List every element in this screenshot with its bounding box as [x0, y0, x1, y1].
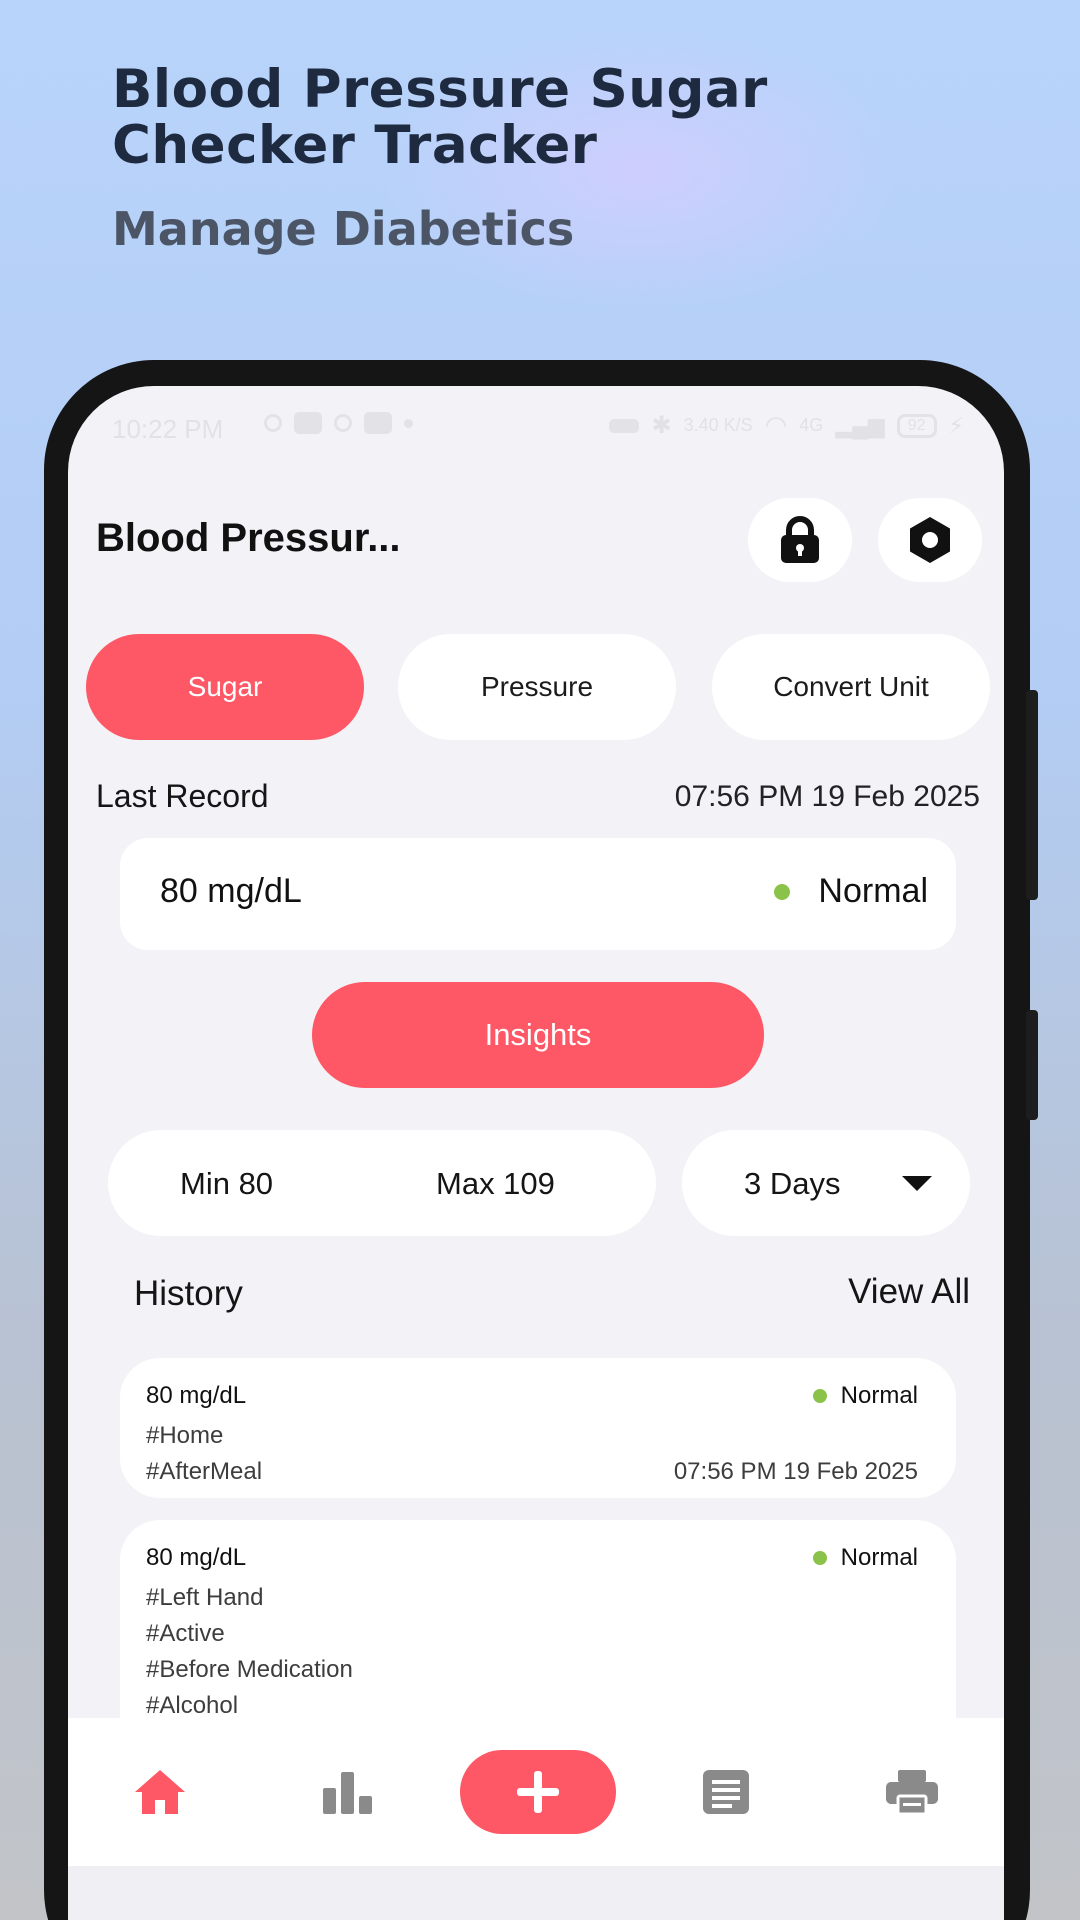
history-title: History: [134, 1274, 243, 1313]
lock-icon: [781, 516, 819, 563]
promo-subtitle: Manage Diabetics: [112, 202, 575, 256]
history-item-status-label: Normal: [840, 1382, 918, 1409]
last-record-datetime: 07:56 PM 19 Feb 2025: [674, 780, 980, 813]
instagram-icon: [334, 414, 352, 432]
youtube-icon: [294, 412, 322, 434]
vpn-key-icon: [609, 418, 640, 433]
wifi-icon: ◠: [764, 410, 788, 440]
history-item-value: 80 mg/dL: [146, 1382, 247, 1409]
max-value: Max 109: [436, 1166, 555, 1201]
nav-home[interactable]: [130, 1762, 190, 1822]
history-item-status-label: Normal: [840, 1544, 918, 1571]
history-item-tag: #AfterMeal: [146, 1458, 263, 1485]
range-dropdown-value: 3 Days: [744, 1166, 841, 1201]
more-notifications-dot-icon: [404, 418, 413, 428]
promo-title: Blood Pressure Sugar Checker Tracker: [112, 62, 1012, 174]
promo-title-line-1: Blood Pressure Sugar: [112, 59, 768, 120]
status-bar: 10:22 PM ✱ 3.40 K/S ◠ 4G ▂▄▆ 92 ⚡: [68, 386, 1004, 470]
history-item-tag: #Left Hand: [146, 1584, 264, 1611]
notification-app-icon: [264, 414, 282, 432]
gesture-area: [68, 1866, 1004, 1920]
signal-icon: ▂▄▆: [835, 412, 885, 438]
history-item-tag: #Before Medication: [146, 1656, 353, 1683]
charging-icon: ⚡: [948, 412, 964, 438]
min-value: Min 80: [180, 1166, 274, 1201]
last-record-status-label: Normal: [818, 872, 928, 910]
app-screen: 10:22 PM ✱ 3.40 K/S ◠ 4G ▂▄▆ 92 ⚡ Blood …: [68, 386, 1004, 1920]
volume-up-button: [1026, 690, 1038, 900]
tab-convert-unit[interactable]: Convert Unit: [712, 634, 990, 740]
history-item[interactable]: 80 mg/dL Normal #Home #AfterMeal 07:56 P…: [120, 1358, 956, 1498]
history-item-status: Normal: [812, 1382, 918, 1410]
system-icons: ✱ 3.40 K/S ◠ 4G ▂▄▆ 92 ⚡: [609, 410, 964, 441]
nav-stats[interactable]: [318, 1762, 378, 1822]
last-record-value: 80 mg/dL: [160, 872, 302, 910]
history-item-status: Normal: [812, 1544, 918, 1572]
last-record-label: Last Record: [96, 778, 269, 814]
home-icon: [135, 1770, 185, 1814]
mail-icon: [364, 412, 392, 434]
app-title: Blood Pressur...: [96, 516, 401, 560]
min-max-card: Min 80 Max 109: [108, 1130, 656, 1236]
notification-icons: [264, 412, 413, 434]
add-record-button[interactable]: [460, 1750, 616, 1834]
promo-title-line-2: Checker Tracker: [112, 115, 598, 176]
hexagon-settings-icon: [910, 517, 950, 563]
power-button: [1026, 1010, 1038, 1120]
tab-pressure[interactable]: Pressure: [398, 634, 676, 740]
lock-button[interactable]: [748, 498, 852, 582]
range-dropdown[interactable]: 3 Days: [682, 1130, 970, 1236]
nav-print[interactable]: [882, 1762, 942, 1822]
status-time: 10:22 PM: [112, 414, 224, 444]
settings-button[interactable]: [878, 498, 982, 582]
printer-icon: [886, 1770, 938, 1816]
add-icon: [517, 1771, 559, 1813]
bottom-nav: [68, 1718, 1004, 1866]
status-dot-icon: [812, 1551, 827, 1565]
network-speed: 3.40 K/S: [683, 415, 753, 435]
list-icon: [703, 1770, 749, 1814]
nav-records[interactable]: [696, 1762, 756, 1822]
history-item-datetime: 07:56 PM 19 Feb 2025: [673, 1458, 918, 1485]
history-item-tag: #Active: [146, 1620, 225, 1647]
status-dot-icon: [812, 1389, 827, 1403]
tab-sugar[interactable]: Sugar: [86, 634, 364, 740]
network-type: 4G: [799, 415, 824, 435]
view-all-link[interactable]: View All: [848, 1272, 970, 1312]
bar-chart-icon: [323, 1772, 372, 1814]
battery-level: 92: [896, 413, 937, 438]
bluetooth-icon: ✱: [651, 412, 672, 439]
history-item-tag: #Home: [146, 1422, 224, 1449]
last-record-card[interactable]: 80 mg/dL Normal: [120, 838, 956, 950]
history-item-tag: #Alcohol: [146, 1692, 239, 1719]
history-item-value: 80 mg/dL: [146, 1544, 247, 1571]
last-record-status: Normal: [774, 872, 928, 911]
status-dot-icon: [774, 883, 791, 900]
insights-button[interactable]: Insights: [312, 982, 764, 1088]
caret-down-icon: [902, 1176, 932, 1191]
